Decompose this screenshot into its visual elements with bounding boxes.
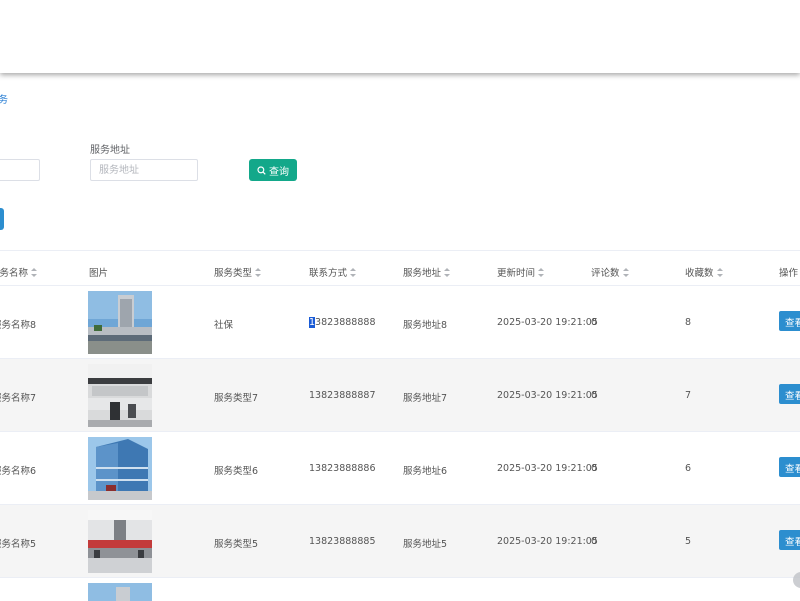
column-header-label: 服务类型: [214, 268, 253, 279]
address-filter-label: 服务地址: [90, 145, 130, 156]
table-row: [0, 577, 800, 601]
table-row: 服务名称8 社保 13823888888 服务地址8 2025-03-20 19…: [0, 285, 800, 358]
comment-count: 0: [591, 317, 598, 328]
query-button[interactable]: 查询: [249, 159, 297, 181]
column-header-label: 图片: [89, 268, 109, 279]
contact-phone: 13823888888: [309, 317, 376, 328]
column-header-contact[interactable]: 联系方式: [309, 265, 357, 279]
table-header: 服务名称 图片 服务类型 联系方式 服务地址 更新时间 评论数 收藏数 操作: [0, 251, 800, 285]
service-address: 服务地址7: [403, 393, 448, 404]
column-header-label: 收藏数: [685, 268, 714, 279]
service-name-input[interactable]: [0, 159, 40, 181]
column-header-type[interactable]: 服务类型: [214, 265, 262, 279]
view-button[interactable]: 查看: [779, 457, 800, 477]
service-image: [88, 291, 152, 354]
favorite-count: 6: [685, 463, 692, 474]
column-header-label: 评论数: [591, 268, 620, 279]
column-header-label: 更新时间: [497, 268, 536, 279]
service-image: [88, 510, 152, 573]
table-row: 服务名称6 服务类型6 13823888886 服务地址6 2025-03-20…: [0, 431, 800, 504]
table-row: 服务名称5 服务类型5 13823888885 服务地址5 2025-03-20…: [0, 504, 800, 577]
favorite-count: 5: [685, 536, 692, 547]
column-header-label: 操作: [779, 268, 799, 279]
contact-phone: 13823888885: [309, 536, 376, 547]
column-header-updated[interactable]: 更新时间: [497, 265, 545, 279]
comment-count: 0: [591, 536, 598, 547]
column-header-image: 图片: [89, 265, 108, 279]
top-header-bar: [0, 0, 800, 73]
favorite-count: 7: [685, 390, 692, 401]
column-header-actions: 操作: [779, 265, 798, 279]
service-address: 服务地址5: [403, 539, 448, 550]
service-name: 服务名称7: [0, 393, 37, 404]
contact-phone: 13823888886: [309, 463, 376, 474]
service-type: 服务类型5: [214, 539, 259, 550]
service-type: 服务类型7: [214, 393, 259, 404]
sort-icon[interactable]: [444, 267, 451, 277]
view-button[interactable]: 查看: [779, 311, 800, 331]
comment-count: 0: [591, 463, 598, 474]
service-image: [88, 437, 152, 500]
updated-time: 2025-03-20 19:21:05: [497, 463, 598, 474]
service-address: 服务地址6: [403, 466, 448, 477]
phone-rest: 3823888888: [315, 317, 376, 328]
service-type: 服务类型6: [214, 466, 259, 477]
column-header-label: 服务地址: [403, 268, 442, 279]
favorite-count: 8: [685, 317, 692, 328]
comment-count: 0: [591, 390, 598, 401]
table-row: 服务名称7 服务类型7 13823888887 服务地址7 2025-03-20…: [0, 358, 800, 431]
service-image: [88, 364, 152, 427]
search-icon: [257, 165, 266, 175]
column-header-label: 联系方式: [309, 268, 348, 279]
view-button[interactable]: 查看: [779, 384, 800, 404]
address-filter-input[interactable]: 服务地址: [90, 159, 198, 181]
column-header-label: 服务名称: [0, 268, 29, 279]
contact-phone: 13823888887: [309, 390, 376, 401]
updated-time: 2025-03-20 19:21:05: [497, 317, 598, 328]
service-name: 服务名称5: [0, 539, 37, 550]
service-address: 服务地址8: [403, 320, 448, 331]
sort-icon[interactable]: [255, 267, 262, 277]
updated-time: 2025-03-20 19:21:05: [497, 536, 598, 547]
query-button-label: 查询: [269, 166, 289, 178]
service-image: [88, 583, 152, 601]
service-name: 服务名称6: [0, 466, 37, 477]
add-button[interactable]: [0, 208, 4, 230]
sort-icon[interactable]: [622, 267, 629, 277]
service-type: 社保: [214, 320, 234, 331]
view-button[interactable]: 查看: [779, 530, 800, 550]
column-header-comments[interactable]: 评论数: [591, 265, 629, 279]
column-header-address[interactable]: 服务地址: [403, 265, 451, 279]
breadcrumb[interactable]: 务: [0, 91, 8, 106]
service-name: 服务名称8: [0, 320, 37, 331]
sort-icon[interactable]: [350, 267, 357, 277]
sort-icon[interactable]: [31, 267, 38, 277]
sort-icon[interactable]: [538, 267, 545, 277]
updated-time: 2025-03-20 19:21:05: [497, 390, 598, 401]
column-header-name[interactable]: 服务名称: [0, 265, 38, 279]
column-header-favorites[interactable]: 收藏数: [685, 265, 723, 279]
sort-icon[interactable]: [716, 267, 723, 277]
